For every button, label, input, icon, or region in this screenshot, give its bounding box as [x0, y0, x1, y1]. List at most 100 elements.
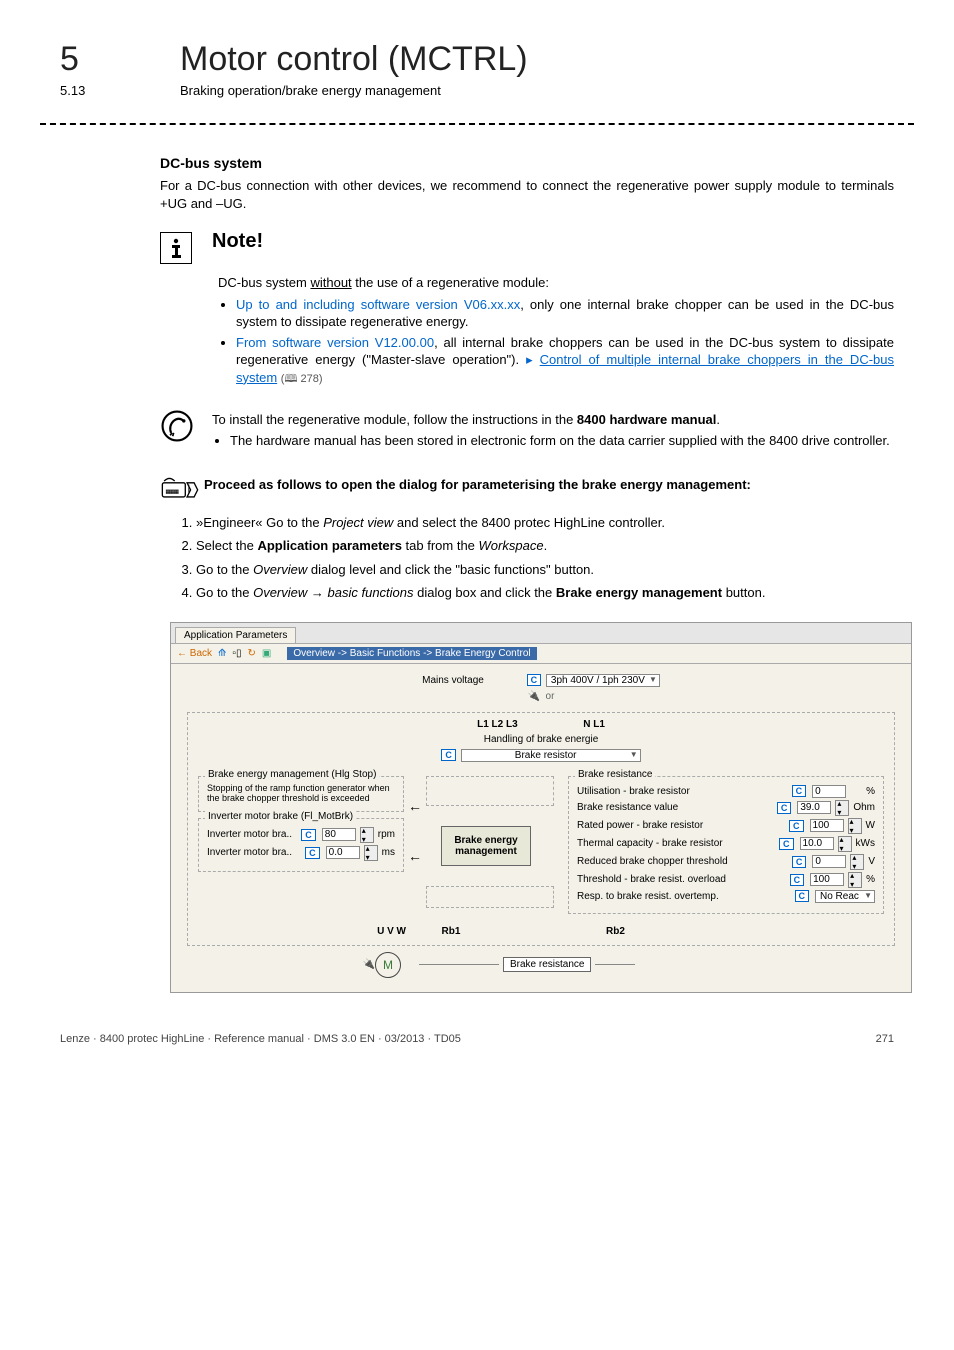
- text: and select the 8400 protec HighLine cont…: [393, 515, 665, 530]
- text: .: [716, 412, 720, 427]
- chapter-number: 5: [60, 40, 120, 79]
- handling-dropdown[interactable]: Brake resistor: [461, 749, 641, 762]
- manual-name: 8400 hardware manual: [577, 412, 716, 427]
- page-footer: Lenze · 8400 protec HighLine · Reference…: [60, 1033, 894, 1045]
- page-ref: (🕮 278): [281, 373, 323, 385]
- breadcrumb[interactable]: Overview -> Basic Functions -> Brake Ene…: [287, 647, 536, 660]
- main-panel: Mains voltage C 3ph 400V / 1ph 230V 🔌 or…: [171, 664, 911, 992]
- param-label: Brake resistance value: [577, 802, 773, 813]
- group-title: Brake resistance: [575, 769, 655, 780]
- text: tab from the: [402, 538, 479, 553]
- step-3: Go to the Overview dialog level and clic…: [196, 561, 894, 579]
- spinner[interactable]: [364, 845, 378, 861]
- mains-label: Mains voltage: [422, 675, 484, 686]
- engineer-icon: ▦▦▦: [160, 474, 194, 508]
- text: To install the regenerative module, foll…: [212, 412, 577, 427]
- spinner[interactable]: [848, 818, 862, 834]
- version-text: Up to and including software version V06…: [236, 297, 520, 312]
- param-label: Rated power - brake resistor: [577, 820, 785, 831]
- note-bullet-2: From software version V12.00.00, all int…: [236, 334, 894, 387]
- hlg-stop-group: Brake energy management (Hlg Stop) Stopp…: [198, 776, 404, 812]
- c-badge[interactable]: C: [790, 874, 805, 886]
- c-badge[interactable]: C: [789, 820, 804, 832]
- note-intro: DC-bus system without the use of a regen…: [218, 274, 894, 292]
- back-button[interactable]: ← Back: [177, 648, 212, 659]
- c-badge[interactable]: C: [792, 785, 807, 797]
- app-screenshot: Application Parameters ← Back ⟰ ▫▯ ↻ ▣ O…: [170, 622, 912, 993]
- spinner[interactable]: [850, 854, 864, 870]
- tab-app-params[interactable]: Application Parameters: [175, 627, 296, 643]
- l123-label: L1 L2 L3: [477, 719, 518, 730]
- overtemp-dropdown[interactable]: No Reac: [815, 890, 875, 903]
- spinner[interactable]: [835, 800, 849, 816]
- tip-list: The hardware manual has been stored in e…: [230, 432, 894, 450]
- c-badge[interactable]: C: [527, 674, 542, 686]
- arrow-icon: →: [307, 585, 327, 600]
- brake-resistance-group: Brake resistance Utilisation - brake res…: [568, 776, 884, 914]
- spinner[interactable]: [360, 827, 374, 843]
- c-badge[interactable]: C: [777, 802, 792, 814]
- spinner[interactable]: [848, 872, 862, 888]
- nl1-label: N L1: [583, 719, 605, 730]
- rb2-label: Rb2: [606, 926, 625, 937]
- c-badge[interactable]: C: [441, 749, 456, 761]
- uvw-label: U V W: [377, 926, 406, 937]
- nav-next-icon[interactable]: ▫▯: [232, 648, 241, 659]
- value-input[interactable]: 0: [812, 785, 846, 798]
- c-badge[interactable]: C: [779, 838, 794, 850]
- text: .: [544, 538, 548, 553]
- step-1: »Engineer« Go to the Project view and se…: [196, 514, 894, 532]
- arrow-icon: ←: [408, 798, 422, 814]
- note-bullet-1: Up to and including software version V06…: [236, 296, 894, 331]
- unit: %: [866, 874, 875, 885]
- c-badge[interactable]: C: [795, 890, 810, 902]
- step-2: Select the Application parameters tab fr…: [196, 537, 894, 555]
- note-title: Note!: [212, 230, 263, 253]
- spinner[interactable]: [838, 836, 852, 852]
- param-label: Reduced brake chopper threshold: [577, 856, 788, 867]
- value-input[interactable]: 39.0: [797, 801, 831, 814]
- page-number: 271: [876, 1033, 894, 1045]
- value-input[interactable]: 100: [810, 819, 844, 832]
- nav-window-icon[interactable]: ▣: [262, 648, 271, 659]
- text-italic: Overview: [253, 585, 307, 600]
- rpm-input[interactable]: 80: [322, 828, 356, 841]
- unit: ms: [382, 847, 395, 858]
- rb1-label: Rb1: [442, 926, 461, 937]
- brake-energy-box[interactable]: Brake energy management: [441, 826, 531, 866]
- note-list: Up to and including software version V06…: [236, 296, 894, 387]
- ms-input[interactable]: 0.0: [326, 846, 360, 859]
- c-badge[interactable]: C: [305, 847, 320, 859]
- tip-block: To install the regenerative module, foll…: [160, 407, 894, 454]
- param-label: Inverter motor bra..: [207, 829, 297, 840]
- value-input[interactable]: 100: [810, 873, 844, 886]
- value-input[interactable]: 0: [812, 855, 846, 868]
- text-bold: Application parameters: [257, 538, 402, 553]
- text-bold: Brake energy management: [556, 585, 722, 600]
- unit: %: [866, 786, 875, 797]
- mains-dropdown[interactable]: 3ph 400V / 1ph 230V: [546, 674, 660, 687]
- group-title: Inverter motor brake (Fl_MotBrk): [205, 811, 356, 822]
- c-badge[interactable]: C: [792, 856, 807, 868]
- brake-resistance-box[interactable]: Brake resistance: [503, 957, 591, 972]
- unit: Ohm: [853, 802, 875, 813]
- section-number: 5.13: [60, 83, 120, 98]
- motor-brake-group: Inverter motor brake (Fl_MotBrk) Inverte…: [198, 818, 404, 872]
- version-text: From software version V12.00.00: [236, 335, 434, 350]
- text-underline: without: [310, 275, 351, 290]
- c-badge[interactable]: C: [301, 829, 316, 841]
- info-icon: [160, 232, 192, 264]
- param-label: Utilisation - brake resistor: [577, 786, 788, 797]
- unit: V: [868, 856, 875, 867]
- procedure-heading: Proceed as follows to open the dialog fo…: [204, 476, 894, 494]
- param-label: Threshold - brake resist. overload: [577, 874, 786, 885]
- nav-home-icon[interactable]: ⟰: [218, 648, 226, 659]
- nav-refresh-icon[interactable]: ↻: [247, 648, 255, 659]
- group-title: Brake energy management (Hlg Stop): [205, 769, 379, 780]
- text: Go to the: [196, 562, 253, 577]
- param-label: Resp. to brake resist. overtemp.: [577, 891, 791, 902]
- dcbus-para: For a DC-bus connection with other devic…: [160, 177, 894, 212]
- value-input[interactable]: 10.0: [800, 837, 834, 850]
- chapter-header: 5 Motor control (MCTRL): [60, 40, 894, 79]
- step-4: Go to the Overview → basic functions dia…: [196, 584, 894, 602]
